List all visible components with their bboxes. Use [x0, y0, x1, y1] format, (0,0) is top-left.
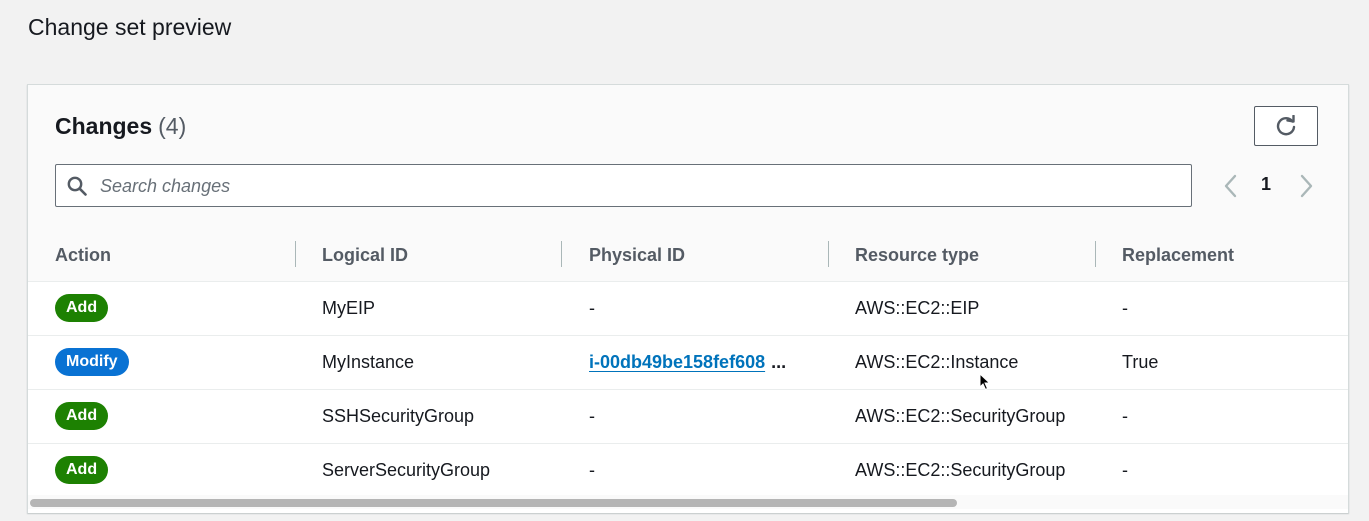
changes-heading: Changes (4) [55, 113, 186, 140]
changes-count: (4) [158, 113, 187, 139]
physical-id-cell: - [589, 406, 595, 426]
column-resizer[interactable] [828, 241, 829, 267]
physical-id-link[interactable]: i-00db49be158fef608 [589, 352, 765, 372]
table-row: Add ServerSecurityGroup - AWS::EC2::Secu… [28, 444, 1348, 498]
physical-id-cell: i-00db49be158fef608... [589, 352, 786, 373]
replacement-cell: - [1122, 298, 1128, 318]
chevron-left-icon[interactable] [1221, 174, 1241, 198]
horizontal-scrollbar-thumb[interactable] [30, 499, 957, 507]
changes-title: Changes [55, 113, 153, 139]
logical-id-cell: MyEIP [322, 298, 376, 318]
search-icon [67, 176, 87, 196]
action-badge-add: Add [55, 294, 109, 322]
column-header-physical-id[interactable]: Physical ID [589, 245, 685, 266]
pagination: 1 [1221, 170, 1321, 200]
search-input[interactable] [98, 165, 1182, 208]
column-header-action[interactable]: Action [55, 245, 111, 266]
table-row: Modify MyInstance i-00db49be158fef608...… [28, 336, 1348, 390]
physical-id-cell: - [589, 460, 595, 480]
mouse-cursor-icon [979, 373, 991, 391]
search-box[interactable] [55, 164, 1192, 208]
action-badge-modify: Modify [55, 348, 129, 376]
resource-type-cell: AWS::EC2::EIP [855, 298, 980, 318]
refresh-icon [1276, 115, 1296, 136]
column-resizer[interactable] [1095, 241, 1096, 267]
refresh-button[interactable] [1254, 106, 1318, 146]
chevron-right-icon[interactable] [1296, 174, 1316, 198]
changes-panel: Changes(4) 1 Action [27, 84, 1349, 513]
column-header-replacement[interactable]: Replacement [1122, 245, 1234, 266]
table-row: Add MyEIP - AWS::EC2::EIP - [28, 282, 1348, 336]
replacement-cell: - [1122, 406, 1128, 426]
column-header-logical-id[interactable]: Logical ID [322, 245, 408, 266]
page-title: Change set preview [28, 14, 232, 40]
replacement-cell: True [1122, 352, 1159, 372]
column-resizer[interactable] [295, 241, 296, 267]
logical-id-cell: ServerSecurityGroup [322, 460, 491, 480]
replacement-cell: - [1122, 460, 1128, 480]
resource-type-cell: AWS::EC2::Instance [855, 352, 1019, 372]
column-resizer[interactable] [561, 241, 562, 267]
action-badge-add: Add [55, 402, 109, 430]
column-header-resource-type[interactable]: Resource type [855, 245, 979, 266]
physical-id-ellipsis: ... [771, 352, 787, 372]
current-page-number[interactable]: 1 [1261, 174, 1271, 195]
logical-id-cell: SSHSecurityGroup [322, 406, 475, 426]
logical-id-cell: MyInstance [322, 352, 415, 372]
resource-type-cell: AWS::EC2::SecurityGroup [855, 460, 1066, 480]
resource-type-cell: AWS::EC2::SecurityGroup [855, 406, 1066, 426]
changes-panel-header: Changes(4) 1 [28, 85, 1348, 229]
physical-id-cell: - [589, 298, 595, 318]
table-row: Add SSHSecurityGroup - AWS::EC2::Securit… [28, 390, 1348, 444]
table-header: Action Logical ID Physical ID Resource t… [28, 229, 1348, 282]
action-badge-add: Add [55, 456, 109, 484]
